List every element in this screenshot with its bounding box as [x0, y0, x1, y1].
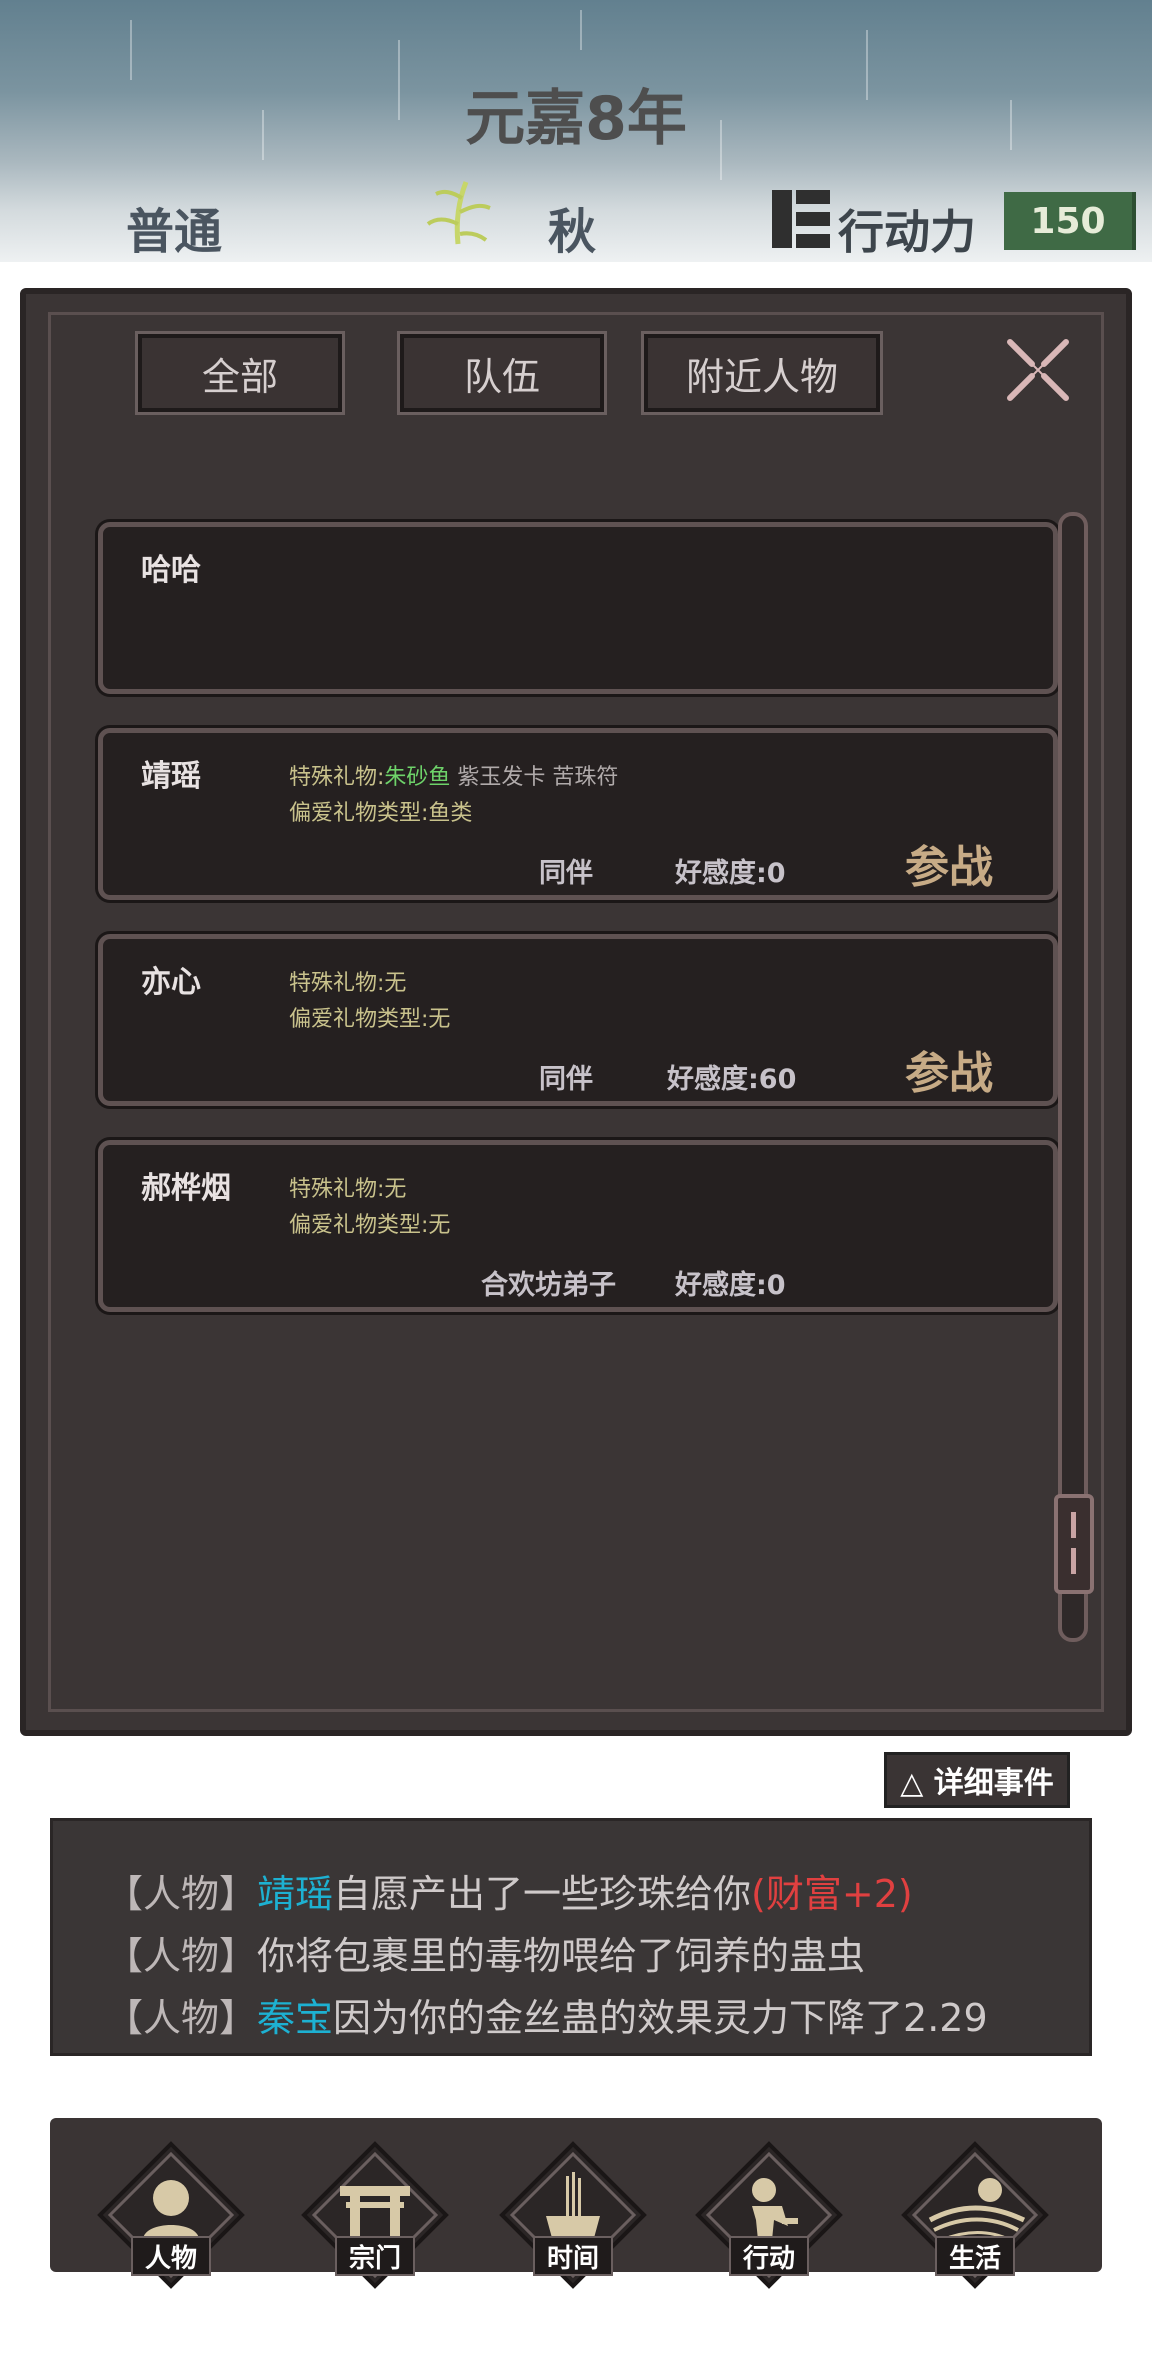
- difficulty-label: 普通: [126, 204, 223, 260]
- action-points-value: 150: [1004, 192, 1136, 250]
- log-entry: 【人物】靖瑶自愿产出了一些珍珠给你(财富+2): [105, 1863, 1089, 1925]
- close-icon[interactable]: [1002, 334, 1074, 406]
- special-gift-rest: 紫玉发卡 苦珠符: [450, 765, 619, 790]
- special-gift: 特殊礼物:无: [289, 971, 407, 996]
- character-name: 亦心: [141, 965, 201, 1000]
- relation-label: 同伴: [539, 1064, 593, 1095]
- nav-label: 宗门: [335, 2236, 415, 2276]
- nav-item-time[interactable]: 时间: [498, 2140, 648, 2290]
- action-block-icon: [772, 190, 830, 248]
- log-tag: 【人物】: [105, 1996, 258, 2040]
- character-card[interactable]: 靖瑶 特殊礼物:朱砂鱼 紫玉发卡 苦珠符 偏爱礼物类型:鱼类 同伴 好感度:0 …: [98, 728, 1058, 900]
- year-title: 元嘉8年: [465, 84, 687, 154]
- relation-label: 同伴: [539, 858, 593, 889]
- log-tag: 【人物】: [105, 1872, 258, 1916]
- join-battle-button[interactable]: 参战: [905, 831, 993, 895]
- tab-team[interactable]: 队伍: [397, 331, 607, 415]
- preferred-gift: 偏爱礼物类型:无: [289, 1007, 451, 1032]
- favor-label: 好感度:0: [675, 1270, 786, 1301]
- character-panel: 全部 队伍 附近人物 哈哈 靖瑶 特殊礼物:朱砂鱼 紫玉发卡 苦珠符 偏爱礼物类…: [20, 288, 1132, 1736]
- tab-all[interactable]: 全部: [135, 331, 345, 415]
- character-name: 靖瑶: [141, 759, 201, 794]
- nav-item-life[interactable]: 生活: [900, 2140, 1050, 2290]
- nav-label: 行动: [729, 2236, 809, 2276]
- favor-label: 好感度:60: [667, 1064, 797, 1095]
- action-points-label: 行动力: [838, 205, 976, 259]
- nav-item-sect[interactable]: 宗门: [300, 2140, 450, 2290]
- character-card[interactable]: 哈哈: [98, 522, 1058, 694]
- scrollbar-track[interactable]: [1058, 512, 1088, 1642]
- log-tag: 【人物】: [105, 1934, 258, 1978]
- character-card[interactable]: 郝桦烟 特殊礼物:无 偏爱礼物类型:无 合欢坊弟子 好感度:0: [98, 1140, 1058, 1312]
- log-text: 因为你的金丝蛊的效果灵力下降了2.29: [333, 1996, 988, 2040]
- log-entry: 【人物】你将包裹里的毒物喂给了饲养的蛊虫: [105, 1925, 1089, 1987]
- join-battle-button[interactable]: 参战: [905, 1037, 993, 1101]
- log-character-name[interactable]: 秦宝: [257, 1996, 333, 2040]
- bamboo-icon: [426, 181, 491, 245]
- special-gift: 特殊礼物:无: [289, 1177, 407, 1202]
- detail-events-button[interactable]: △ 详细事件: [884, 1752, 1070, 1808]
- special-gift-highlight: 朱砂鱼: [384, 765, 451, 790]
- scrollbar-thumb[interactable]: [1054, 1494, 1094, 1594]
- season-label: 秋: [548, 204, 597, 260]
- event-log: 【人物】靖瑶自愿产出了一些珍珠给你(财富+2) 【人物】你将包裹里的毒物喂给了饲…: [50, 1818, 1092, 2056]
- log-text: 自愿产出了一些珍珠给你: [333, 1872, 752, 1916]
- rain-streak: [580, 10, 582, 50]
- tab-nearby[interactable]: 附近人物: [641, 331, 883, 415]
- nav-label: 生活: [935, 2236, 1015, 2276]
- preferred-gift: 偏爱礼物类型:鱼类: [289, 801, 473, 826]
- log-effect: (财富+2): [751, 1872, 913, 1916]
- log-character-name[interactable]: 靖瑶: [257, 1872, 333, 1916]
- special-gift: 特殊礼物:朱砂鱼 紫玉发卡 苦珠符: [289, 759, 618, 791]
- character-name: 哈哈: [141, 553, 201, 588]
- top-status-bar: 元嘉8年 普通 秋 行动力 150: [0, 0, 1152, 262]
- nav-label: 人物: [131, 2236, 211, 2276]
- log-text: 你将包裹里的毒物喂给了饲养的蛊虫: [257, 1934, 866, 1978]
- nav-label: 时间: [533, 2236, 613, 2276]
- bottom-nav: 人物 宗门 时间 行动 生活: [50, 2118, 1102, 2289]
- special-gift-label: 特殊礼物:: [289, 765, 385, 790]
- log-entry: 【人物】秦宝因为你的金丝蛊的效果灵力下降了2.29: [105, 1987, 1089, 2049]
- character-card[interactable]: 亦心 特殊礼物:无 偏爱礼物类型:无 同伴 好感度:60 参战: [98, 934, 1058, 1106]
- nav-item-action[interactable]: 行动: [694, 2140, 844, 2290]
- preferred-gift: 偏爱礼物类型:无: [289, 1213, 451, 1238]
- relation-label: 合欢坊弟子: [481, 1270, 616, 1301]
- nav-item-person[interactable]: 人物: [96, 2140, 246, 2290]
- character-name: 郝桦烟: [141, 1171, 231, 1206]
- favor-label: 好感度:0: [675, 858, 786, 889]
